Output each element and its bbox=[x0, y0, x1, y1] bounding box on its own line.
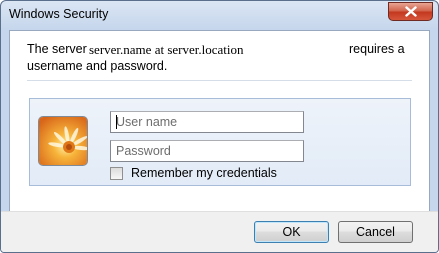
remember-credentials-label[interactable]: Remember my credentials bbox=[131, 166, 277, 180]
close-icon bbox=[405, 6, 417, 17]
button-bar: OK Cancel bbox=[1, 211, 438, 252]
message-text-end: requires a bbox=[349, 42, 405, 56]
window-title: Windows Security bbox=[9, 7, 109, 21]
message-text-start: The server bbox=[27, 42, 87, 56]
remember-credentials-checkbox[interactable] bbox=[110, 167, 123, 180]
username-input[interactable] bbox=[110, 111, 304, 133]
windows-security-dialog: Windows Security The server server.name … bbox=[0, 0, 439, 253]
server-name: server.name at server.location bbox=[89, 42, 244, 57]
user-tile-flower-icon bbox=[38, 116, 88, 166]
ok-button[interactable]: OK bbox=[254, 221, 329, 243]
password-input[interactable] bbox=[110, 140, 304, 162]
cancel-button[interactable]: Cancel bbox=[338, 221, 413, 243]
message-text-line2: username and password. bbox=[27, 59, 168, 73]
credential-tile-panel[interactable]: Remember my credentials bbox=[29, 98, 411, 186]
separator bbox=[27, 80, 412, 81]
title-bar[interactable]: Windows Security bbox=[1, 1, 438, 30]
close-button[interactable] bbox=[388, 2, 433, 21]
text-caret bbox=[116, 115, 117, 129]
